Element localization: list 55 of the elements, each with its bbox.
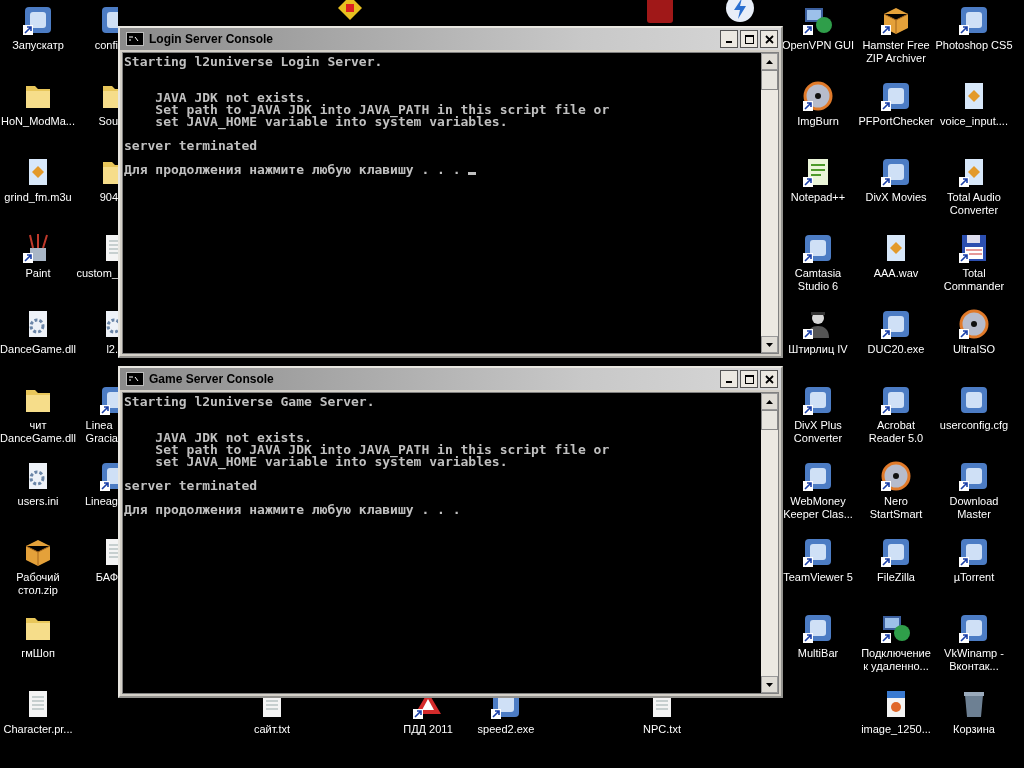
icon-label[interactable]: БАФ [95,571,118,584]
icon-label[interactable]: grind_fm.m3u [4,191,72,204]
icon-label[interactable]: Lineag [84,495,118,508]
icon-label[interactable]: l2. [106,343,118,356]
icon-label[interactable]: Camtasia Studio 6 [794,267,842,293]
icon-label[interactable]: Sou [98,115,118,128]
icon-label[interactable]: ImgBurn [797,115,839,128]
icon-label[interactable]: confi [94,39,118,52]
window-title: Login Server Console [149,32,274,46]
icon-label[interactable]: Запускатр [12,39,64,52]
icon-label[interactable]: Notepad++ [790,191,846,204]
icon-label[interactable]: custom_ [76,267,118,280]
icon-label[interactable]: OpenVPN GUI [781,39,855,52]
icon-label[interactable]: DivX Plus Converter [793,419,843,445]
icon-label[interactable]: Штирлиц IV [788,343,848,356]
icon-label[interactable]: Acrobat Reader 5.0 [868,419,924,445]
icon-label[interactable]: Корзина [953,723,995,736]
icon-label[interactable]: Total Audio Converter [947,191,1001,217]
icon-label[interactable]: DUC20.exe [867,343,925,356]
icon-label[interactable]: userconfig.cfg [939,419,1009,432]
icon-label[interactable]: Linea Gracia [85,419,118,445]
icon-label[interactable]: WebMoney Keeper Clas... [783,495,853,521]
icon-label[interactable]: Paint [25,267,51,280]
icon-label[interactable]: Hamster Free ZIP Archiver [862,39,930,65]
icon-label[interactable]: Photoshop CS5 [935,39,1013,52]
icon-label[interactable]: Download Master [949,495,999,521]
icon-label[interactable]: NPC.txt [643,723,681,736]
icon-label[interactable]: MultiBar [797,647,839,660]
console-output: Starting l2universe Game Server. JAVA JDK not exists. Set path to JAVA JDK into JAVA_PATH in this script file or set JAVA_HOME variable into system variables. server terminated Для продолжения нажмите любую клавишу . . . [123,393,611,519]
icon-label[interactable]: users.ini [17,495,59,508]
icon-label[interactable]: Character.pr... [3,723,73,736]
icon-label[interactable]: чит DanceGame.dll [0,419,76,445]
icon-label[interactable]: DanceGame.dll [0,343,76,356]
icon-label[interactable]: Рабочий стол.zip [16,571,60,597]
icon-label[interactable]: Подключение к удаленно... [861,647,931,673]
icon-label[interactable]: TeamViewer 5 [783,571,853,584]
icon-label[interactable]: сайт.txt [253,723,291,736]
icon-label[interactable]: VkWinamp - Вконтак... [944,647,1004,673]
icon-label[interactable]: PFPortChecker [858,115,934,128]
icon-label[interactable]: voice_input.... [940,115,1008,128]
icon-label[interactable]: speed2.exe [477,723,535,736]
icon-label[interactable]: Nero StartSmart [869,495,923,521]
console-output: Starting l2universe Login Server. JAVA JDK not exists. Set path to JAVA JDK into JAVA_PATH in this script file or set JAVA_HOME variable into system variables. server terminated Для продолжения нажмите любую клавишу . . . [123,53,611,179]
icon-label[interactable]: DivX Movies [865,191,927,204]
icon-label[interactable]: AAA.wav [873,267,919,280]
icon-label[interactable]: UltraISO [952,343,996,356]
window-title: Game Server Console [149,372,274,386]
icon-label[interactable]: Total Commander [943,267,1005,293]
icon-label[interactable]: HoN_ModMa... [1,115,75,128]
icon-label[interactable]: µTorrent [953,571,995,584]
icon-label[interactable]: гмШоп [21,647,55,660]
icon-label[interactable]: ПДД 2011 [403,723,453,736]
icon-label[interactable]: 904 [99,191,118,204]
icon-label[interactable]: FileZilla [877,571,915,584]
icon-label[interactable]: image_1250... [861,723,931,736]
